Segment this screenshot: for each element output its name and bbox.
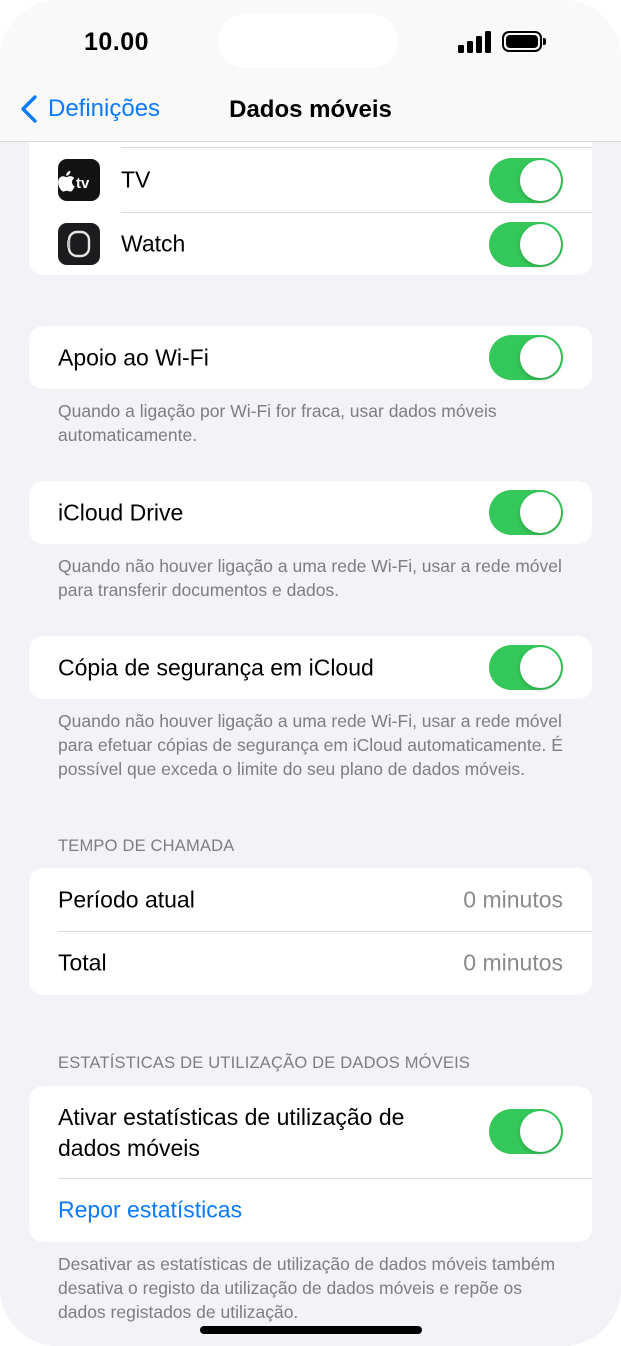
- call-time-total-value: 0 minutos: [463, 949, 563, 976]
- watch-app-icon: [58, 223, 100, 265]
- app-name: Watch: [121, 230, 186, 257]
- apple-tv-app-icon: tv: [58, 159, 100, 201]
- usage-stats-footer: Desativar as estatísticas de utilização …: [58, 1254, 556, 1322]
- wifi-assist-label: Apoio ao Wi-Fi: [58, 344, 209, 371]
- usage-stats-toggle[interactable]: [489, 1109, 563, 1154]
- cellular-signal-icon: [458, 31, 492, 53]
- icloud-drive-footer: Quando não houver ligação a uma rede Wi-…: [58, 556, 562, 600]
- app-name: TV: [121, 166, 151, 193]
- app-row-tv: tv TV: [29, 148, 592, 212]
- call-time-current-label: Período atual: [58, 886, 195, 913]
- icloud-drive-group: iCloud Drive: [29, 481, 592, 544]
- icloud-backup-footer: Quando não houver ligação a uma rede Wi-…: [58, 711, 563, 779]
- navigation-bar: Definições Dados móveis: [0, 80, 621, 142]
- usage-stats-toggle-label: Ativar estatísticas de utilização de dad…: [58, 1104, 405, 1161]
- wifi-assist-toggle[interactable]: [489, 335, 563, 380]
- reset-stats-button[interactable]: Repor estatísticas: [58, 1197, 242, 1224]
- app-row-watch: Watch: [29, 212, 592, 275]
- apps-group: tv TV Watch: [29, 142, 592, 275]
- icloud-drive-row: iCloud Drive: [29, 481, 592, 544]
- home-indicator[interactable]: [200, 1326, 422, 1334]
- call-time-header: TEMPO DE CHAMADA: [58, 837, 235, 855]
- reset-stats-row[interactable]: Repor estatísticas: [29, 1178, 592, 1242]
- status-bar: 10.00: [0, 0, 621, 80]
- toggle-watch[interactable]: [489, 222, 563, 267]
- toggle-tv[interactable]: [489, 158, 563, 203]
- call-time-total-row: Total 0 minutos: [29, 931, 592, 995]
- icloud-backup-group: Cópia de segurança em iCloud: [29, 636, 592, 699]
- usage-stats-group: Ativar estatísticas de utilização de dad…: [29, 1086, 592, 1242]
- usage-stats-header: ESTATÍSTICAS DE UTILIZAÇÃO DE DADOS MÓVE…: [58, 1054, 471, 1072]
- call-time-total-label: Total: [58, 949, 107, 976]
- call-time-current-row: Período atual 0 minutos: [29, 868, 592, 932]
- svg-text:tv: tv: [76, 175, 90, 192]
- phone-screen: 10.00 Definições Dados móveis tv TV Watc…: [0, 0, 621, 1346]
- wifi-assist-footer: Quando a ligação por Wi-Fi for fraca, us…: [58, 401, 497, 445]
- call-time-group: Período atual 0 minutos Total 0 minutos: [29, 868, 592, 995]
- page-title: Dados móveis: [229, 96, 392, 123]
- icloud-backup-label: Cópia de segurança em iCloud: [58, 654, 374, 681]
- icloud-backup-row: Cópia de segurança em iCloud: [29, 636, 592, 699]
- status-time: 10.00: [84, 28, 150, 56]
- call-time-current-value: 0 minutos: [463, 886, 563, 913]
- icloud-backup-toggle[interactable]: [489, 645, 563, 690]
- icloud-drive-label: iCloud Drive: [58, 499, 184, 526]
- wifi-assist-group: Apoio ao Wi-Fi: [29, 326, 592, 389]
- battery-icon: [502, 31, 546, 52]
- wifi-assist-row: Apoio ao Wi-Fi: [29, 326, 592, 389]
- settings-list[interactable]: tv TV Watch Apoio ao Wi-Fi Quando a liga…: [0, 142, 621, 1346]
- dynamic-island: [218, 14, 398, 68]
- icloud-drive-toggle[interactable]: [489, 490, 563, 535]
- usage-stats-toggle-row: Ativar estatísticas de utilização de dad…: [29, 1086, 592, 1178]
